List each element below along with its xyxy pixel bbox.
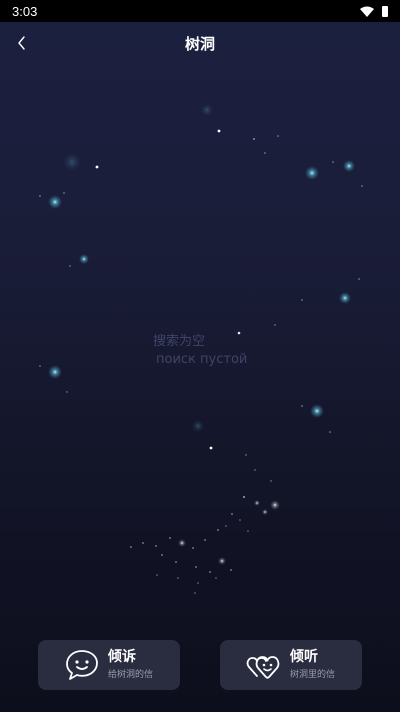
speech-bubble-smile-icon [66, 650, 98, 680]
status-icons [360, 5, 388, 17]
battery-icon [382, 5, 388, 17]
listen-text: 倾听 树洞里的信 [290, 648, 335, 682]
confide-subtitle: 给树洞的信 [108, 670, 154, 680]
empty-state-text: 搜索为空 [153, 334, 206, 349]
hearts-icon [246, 656, 280, 679]
listen-button[interactable]: 倾听 树洞里的信 [220, 640, 362, 690]
back-button[interactable] [8, 30, 36, 56]
wifi-icon [360, 6, 374, 17]
confide-text: 倾诉 给树洞的信 [108, 648, 153, 682]
confide-title: 倾诉 [108, 649, 136, 665]
title-bar: 树洞 [0, 22, 400, 64]
page-title: 树洞 [184, 34, 215, 53]
confide-button[interactable]: 倾诉 给树洞的信 [38, 640, 180, 690]
status-time: 3:03 [12, 3, 38, 19]
listen-title: 倾听 [290, 649, 318, 665]
listen-subtitle: 树洞里的信 [290, 670, 336, 680]
tree-hole-screen: 3:03 树洞 搜索为空 поиск пустой 倾诉 给树洞的信 倾听 树洞… [0, 0, 400, 712]
empty-state-text-translated: поиск пустой [156, 352, 248, 367]
chevron-left-icon [18, 36, 25, 50]
status-bar: 3:03 [0, 0, 400, 22]
